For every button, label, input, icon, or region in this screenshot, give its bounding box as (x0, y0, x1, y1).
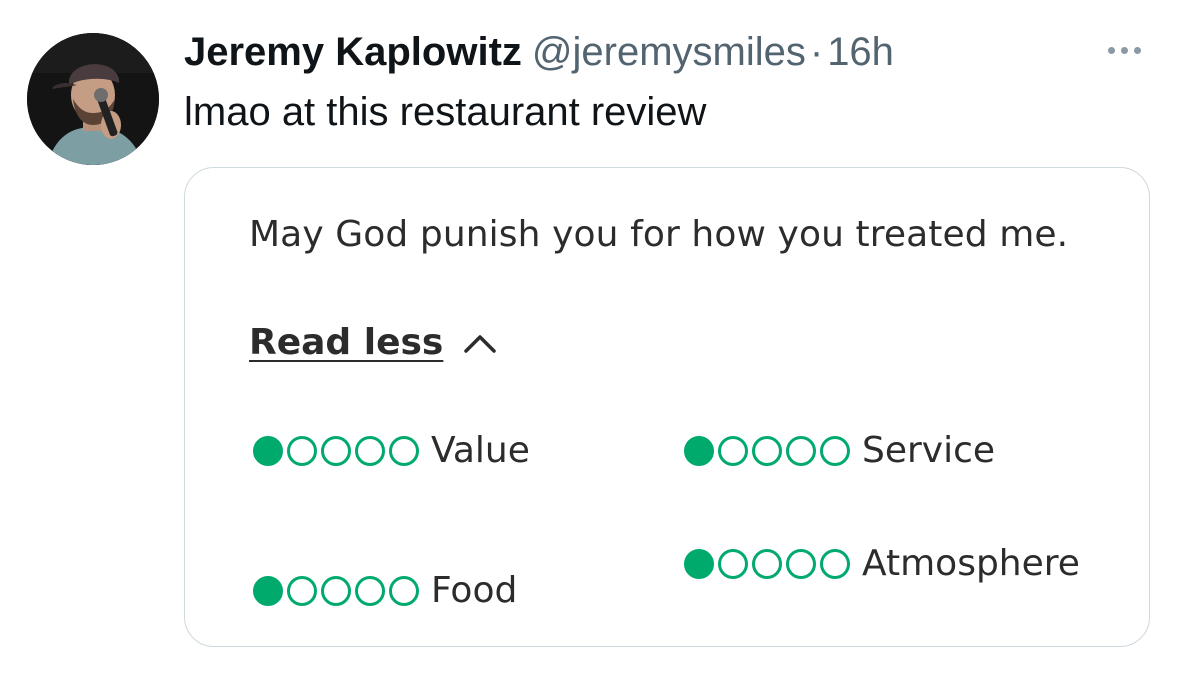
rating-bubble-empty (786, 436, 816, 466)
rating-bubble-empty (287, 576, 317, 606)
rating-bubble-filled (253, 436, 283, 466)
rating-bubble-empty (355, 576, 385, 606)
rating-bubble-filled (253, 576, 283, 606)
rating-bubble-empty (321, 576, 351, 606)
rating-bubbles (253, 576, 419, 606)
more-options-button[interactable] (1098, 36, 1150, 64)
rating-bubble-empty (820, 436, 850, 466)
rating-bubble-empty (389, 436, 419, 466)
rating-bubble-filled (684, 549, 714, 579)
tweet-timestamp[interactable]: 16h (827, 30, 894, 74)
rating-bubble-empty (786, 549, 816, 579)
rating-atmosphere: Atmosphere (684, 534, 1087, 594)
avatar-image (27, 33, 159, 165)
rating-bubble-empty (321, 436, 351, 466)
tweet-header: Jeremy Kaplowitz @jeremysmiles · 16h (184, 28, 894, 76)
review-text: May God punish you for how you treated m… (249, 214, 1069, 255)
separator-dot: · (809, 30, 824, 74)
read-less-label: Read less (249, 322, 444, 363)
tweet-media-card[interactable]: May God punish you for how you treated m… (184, 167, 1150, 647)
author-handle[interactable]: @jeremysmiles (532, 30, 806, 74)
rating-bubbles (684, 436, 850, 466)
tweet-text: lmao at this restaurant review (184, 90, 707, 134)
more-horizontal-icon (1107, 46, 1141, 54)
rating-bubble-filled (684, 436, 714, 466)
rating-bubbles (684, 549, 850, 579)
rating-bubble-empty (752, 549, 782, 579)
avatar[interactable] (27, 33, 159, 165)
rating-label-atmosphere: Atmosphere (862, 543, 1080, 584)
rating-label-value: Value (431, 430, 530, 471)
rating-food: Food (253, 569, 517, 613)
rating-bubbles (253, 436, 419, 466)
rating-label-food: Food (431, 570, 518, 611)
rating-bubble-empty (718, 549, 748, 579)
read-less-button[interactable]: Read less (249, 321, 497, 365)
rating-label-service: Service (862, 430, 996, 471)
rating-bubble-empty (389, 576, 419, 606)
rating-bubble-empty (718, 436, 748, 466)
rating-bubble-empty (287, 436, 317, 466)
rating-value: Value (253, 429, 530, 473)
chevron-up-icon (464, 335, 497, 353)
rating-bubble-empty (820, 549, 850, 579)
rating-bubble-empty (752, 436, 782, 466)
rating-bubble-empty (355, 436, 385, 466)
author-display-name[interactable]: Jeremy Kaplowitz (184, 30, 522, 74)
rating-service: Service (684, 429, 995, 473)
